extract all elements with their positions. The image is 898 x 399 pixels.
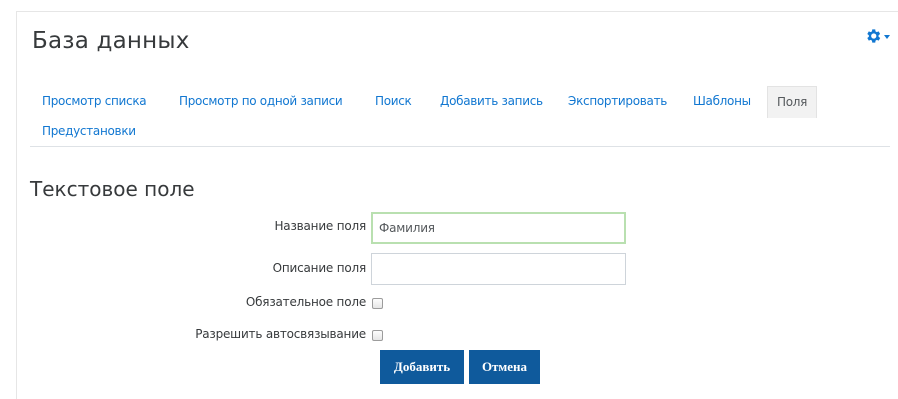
cancel-button[interactable]: Отмена bbox=[469, 350, 540, 384]
field-description-input[interactable] bbox=[371, 253, 626, 285]
content-frame bbox=[16, 11, 898, 399]
tab-bar: Просмотр списка Просмотр по одной записи… bbox=[30, 86, 890, 147]
tab-add-entry[interactable]: Добавить запись bbox=[440, 94, 543, 108]
tab-list-view[interactable]: Просмотр списка bbox=[42, 94, 147, 108]
tab-presets[interactable]: Предустановки bbox=[42, 124, 136, 138]
tab-templates[interactable]: Шаблоны bbox=[693, 94, 751, 108]
autolink-label: Разрешить автосвязывание bbox=[195, 327, 366, 341]
gear-icon bbox=[864, 27, 882, 45]
tab-search[interactable]: Поиск bbox=[375, 94, 412, 108]
chevron-down-icon bbox=[884, 35, 890, 39]
required-label: Обязательное поле bbox=[245, 295, 366, 309]
field-name-input[interactable] bbox=[371, 212, 626, 244]
add-button[interactable]: Добавить bbox=[380, 350, 464, 384]
tab-fields[interactable]: Поля bbox=[767, 86, 818, 118]
autolink-checkbox[interactable] bbox=[372, 330, 383, 341]
tab-export[interactable]: Экспортировать bbox=[568, 94, 667, 108]
tab-single-view[interactable]: Просмотр по одной записи bbox=[179, 94, 343, 108]
form-title: Текстовое поле bbox=[30, 177, 195, 201]
field-description-label: Описание поля bbox=[272, 261, 367, 275]
field-name-label: Название поля bbox=[274, 219, 366, 233]
page-title: База данных bbox=[32, 28, 190, 54]
settings-menu[interactable] bbox=[864, 24, 898, 48]
required-checkbox[interactable] bbox=[372, 298, 383, 309]
